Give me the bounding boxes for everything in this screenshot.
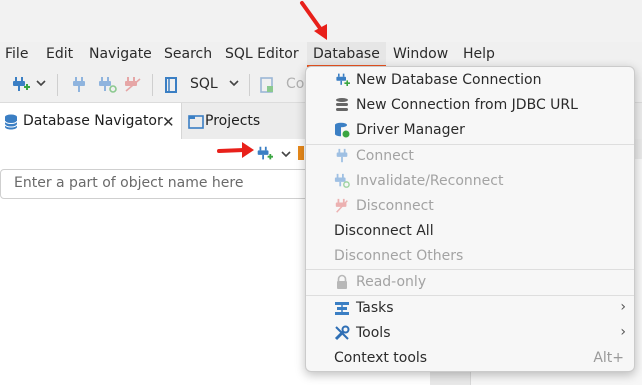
sql-editor-icon[interactable] [163, 75, 179, 99]
database-navigator-icon [4, 114, 18, 134]
chevron-down-icon[interactable] [228, 77, 240, 93]
chevron-down-icon[interactable] [280, 148, 292, 164]
tab-database-navigator[interactable]: Database Navigator ✕ [0, 103, 182, 139]
menu-item-connect[interactable]: Connect [306, 144, 634, 168]
menu-item-read-only[interactable]: Read-only [306, 270, 634, 294]
menu-item-label: Context tools [334, 350, 428, 366]
menu-item-disconnect-others[interactable]: Disconnect Others [306, 244, 634, 268]
commit-mode-label[interactable]: Co [286, 76, 304, 92]
menu-item-label: Disconnect Others [334, 248, 464, 264]
plug-icon [334, 148, 350, 164]
close-icon[interactable]: ✕ [162, 113, 175, 131]
projects-folder-icon [188, 114, 204, 133]
menu-item-tasks[interactable]: Tasks › [306, 296, 634, 320]
menu-edit[interactable]: Edit [46, 46, 73, 63]
menu-item-label: Disconnect [356, 198, 434, 214]
database-menu-dropdown: New Database Connection New Connection f… [305, 66, 635, 372]
navigator-filter[interactable] [0, 169, 318, 199]
toolbar-separator [152, 74, 153, 96]
menu-help[interactable]: Help [463, 46, 495, 63]
menu-item-new-connection-jdbc[interactable]: New Connection from JDBC URL [306, 93, 634, 117]
accelerator-label: Alt+ [593, 350, 624, 366]
menu-search[interactable]: Search [164, 46, 212, 63]
menu-navigate[interactable]: Navigate [89, 46, 152, 63]
reconnect-plug-icon[interactable] [98, 75, 118, 99]
sql-button-label[interactable]: SQL [190, 76, 218, 92]
lock-icon [334, 274, 350, 290]
menu-item-label: Read-only [356, 274, 427, 290]
commit-icon[interactable] [259, 75, 275, 99]
annotation-arrow-database-menu [300, 1, 327, 40]
new-connection-plug-icon[interactable] [10, 75, 30, 99]
menu-bar: File Edit Navigate Search SQL Editor Dat… [0, 42, 642, 67]
tab-label: Database Navigator [23, 113, 163, 129]
menu-item-disconnect-all[interactable]: Disconnect All [306, 219, 634, 243]
driver-manager-icon [334, 122, 350, 138]
menu-item-label: Driver Manager [356, 122, 465, 138]
tasks-icon [334, 300, 350, 316]
plug-plus-icon [334, 72, 350, 88]
menu-sql-editor[interactable]: SQL Editor [225, 46, 299, 63]
new-connection-plug-icon[interactable] [255, 145, 273, 167]
menu-item-label: Tools [356, 325, 391, 341]
chevron-right-icon: › [620, 324, 626, 340]
menu-item-label: Invalidate/Reconnect [356, 173, 504, 189]
menu-item-tools[interactable]: Tools › [306, 321, 634, 345]
tab-label: Projects [205, 113, 261, 129]
chevron-down-icon[interactable] [35, 77, 47, 93]
menu-database[interactable]: Database [307, 42, 386, 67]
menu-item-driver-manager[interactable]: Driver Manager [306, 118, 634, 142]
menu-item-label: New Database Connection [356, 72, 542, 88]
menu-item-disconnect[interactable]: Disconnect [306, 194, 634, 218]
search-input[interactable] [14, 175, 304, 191]
chevron-right-icon: › [620, 299, 626, 315]
plug-refresh-icon [334, 173, 350, 189]
tab-projects[interactable]: Projects [183, 103, 303, 139]
annotation-arrow-new-connection [217, 142, 254, 158]
tools-icon [334, 325, 350, 341]
menu-item-invalidate-reconnect[interactable]: Invalidate/Reconnect [306, 169, 634, 193]
menu-item-label: New Connection from JDBC URL [356, 97, 578, 113]
toolbar-separator [57, 74, 58, 96]
toolbar-separator [249, 74, 250, 96]
menu-item-label: Connect [356, 148, 414, 164]
connect-plug-icon[interactable] [72, 75, 86, 99]
menu-file[interactable]: File [5, 46, 28, 63]
collapse-icon[interactable] [298, 146, 304, 160]
menu-item-new-database-connection[interactable]: New Database Connection [306, 68, 634, 92]
menu-item-label: Tasks [356, 300, 394, 316]
menu-item-label: Disconnect All [334, 223, 434, 239]
menu-window[interactable]: Window [393, 46, 448, 63]
disconnect-plug-icon[interactable] [124, 75, 142, 99]
plug-disconnect-icon [334, 198, 350, 214]
database-stack-icon [334, 97, 350, 113]
menu-item-context-tools[interactable]: Context tools Alt+ [306, 346, 634, 370]
